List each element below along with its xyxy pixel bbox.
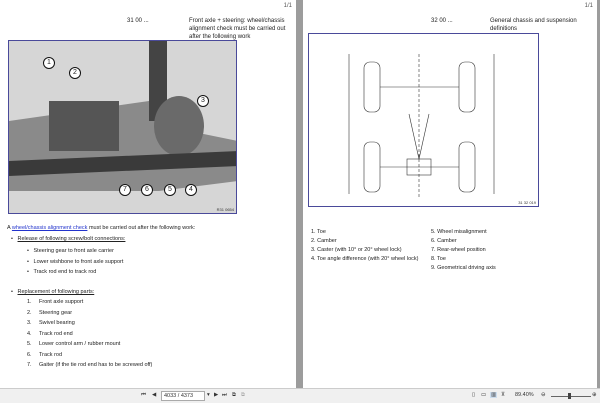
list-item: • Lower wishbone to front axle support (27, 258, 124, 265)
list-item-text: Steering gear (39, 309, 73, 316)
left-page: 1/1 31 00 ... Front axle + steering: whe… (0, 0, 296, 388)
figure-code: 31 32 019 (518, 200, 536, 205)
callout-7: 7 (119, 184, 131, 196)
list-item: 3. Swivel bearing (27, 318, 152, 329)
list-item-text: Track rod (39, 351, 63, 358)
callout-4: 4 (185, 184, 197, 196)
intro-suffix: must be carried out after the following … (87, 225, 196, 231)
callout-5: 5 (164, 184, 176, 196)
list-number: 3. (27, 320, 32, 326)
callout-1: 1 (43, 57, 55, 69)
list-item-text: Lower control arm / rubber mount (39, 341, 121, 347)
previous-page-icon[interactable]: ◀ (152, 392, 156, 398)
legend-item: 2. Camber (311, 238, 337, 244)
front-axle-illustration: 1 2 3 4 5 6 7 R31 0654 (8, 40, 237, 214)
right-page: 1/1 32 00 ... General chassis and suspen… (303, 0, 597, 388)
zoom-in-icon[interactable]: ⊕ (592, 392, 597, 398)
list-item: 2. Steering gear (27, 308, 152, 319)
callout-6: 6 (141, 184, 153, 196)
zoom-slider-handle[interactable] (568, 393, 571, 399)
release-heading: • Release of following screw/bolt connec… (11, 236, 126, 242)
list-number: 5. (27, 341, 32, 347)
section-number: 32 00 ... (431, 18, 453, 24)
list-item: • Track rod end to track rod (27, 269, 97, 275)
replace-heading: • Replacement of following parts: (11, 289, 95, 295)
two-page-view-icon[interactable]: ▥ (490, 392, 498, 398)
intro-text: A wheel/chassis alignment check must be … (7, 224, 292, 232)
replace-heading-text: Replacement of following parts: (17, 289, 95, 295)
release-heading-text: Release of following screw/bolt connecti… (17, 236, 126, 242)
section-number: 31 00 ... (127, 18, 149, 24)
figure-code: R31 0654 (216, 207, 234, 212)
list-item: • Steering gear to front axle carrier (27, 248, 114, 254)
legend-item: 8. Toe (431, 256, 446, 262)
list-item-text: Front axle support (39, 299, 84, 305)
legend-left: 1. Toe 2. Camber 3. Caster (with 10° or … (311, 228, 418, 264)
list-item: 1. Front axle support (27, 297, 152, 308)
list-number: 7. (27, 362, 32, 368)
page-marker: 1/1 (584, 3, 593, 9)
legend-item: 1. Toe (311, 229, 326, 235)
list-item-text: Track rod end (39, 330, 73, 337)
list-item: 7. Gaiter (if the tie rod end has to be s… (27, 360, 152, 371)
list-item-text: Swivel bearing (39, 320, 75, 326)
list-item-text: Track rod end to track rod (33, 269, 97, 275)
single-page-view-icon[interactable]: ▯ (472, 392, 475, 398)
legend-item: 6. Camber (431, 238, 457, 244)
next-page-icon[interactable]: ▶ (214, 392, 218, 398)
page-title: General chassis and suspension definitio… (490, 18, 577, 32)
callout-3: 3 (197, 95, 209, 107)
callout-2: 2 (69, 67, 81, 79)
bookmark-view-icon[interactable]: ▭ (481, 392, 486, 398)
last-page-icon[interactable]: ⏭ (222, 392, 227, 399)
list-item: 5. Lower control arm / rubber mount (27, 339, 152, 350)
legend-item: 7. Rear-wheel position (431, 247, 486, 253)
legend-item: 5. Wheel misalignment (431, 229, 487, 235)
fit-page-icon[interactable]: ⊼ (501, 392, 505, 398)
legend-right: 5. Wheel misalignment 6. Camber 7. Rear-… (431, 228, 496, 273)
zoom-slider[interactable] (551, 396, 591, 397)
list-item-text: Steering gear to front axle carrier (33, 248, 114, 254)
list-item-text: Gaiter (if the tie rod end has to be scr… (39, 362, 153, 368)
paste-icon[interactable]: ⧉ (241, 392, 245, 399)
replace-list: 1. Front axle support 2. Steering gear 3. Swi… (27, 297, 152, 371)
list-item: 4. Track rod end (27, 329, 152, 340)
legend-item: 3. Caster (with 10° or 20° wheel lock) (311, 247, 402, 253)
page-number-input[interactable]: 4033 / 4373 (161, 391, 205, 401)
list-number: 4. (27, 330, 32, 337)
page-title: Front axle + steering: wheel/chassis ali… (189, 18, 286, 40)
zoom-out-icon[interactable]: ⊖ (541, 392, 546, 398)
wheel-alignment-drawing (348, 54, 495, 199)
list-item-text: Lower wishbone to front axle support (33, 258, 124, 265)
legend-item: 4. Toe angle difference (with 20° wheel … (311, 256, 419, 262)
zoom-level[interactable]: 89.40% (515, 392, 534, 398)
copy-icon[interactable]: ⧉ (232, 392, 236, 399)
list-number: 2. (27, 309, 32, 316)
first-page-icon[interactable]: ⏮ (141, 392, 146, 399)
viewer-toolbar: ⏮ ◀ 4033 / 4373 ▾ ▶ ⏭ ⧉ ⧉ ▯ ▭ ▥ ⊼ 89.40%… (0, 388, 600, 403)
list-number: 1. (27, 299, 32, 305)
legend-item: 9. Geometrical driving axis (431, 265, 496, 271)
release-list: • Steering gear to front axle carrier • … (27, 246, 123, 278)
list-number: 6. (27, 351, 32, 358)
chassis-definitions-diagram: 31 32 019 (308, 33, 539, 207)
page-dropdown-icon[interactable]: ▾ (207, 392, 210, 398)
page-marker: 1/1 (283, 3, 292, 9)
alignment-check-link[interactable]: wheel/chassis alignment check (12, 225, 88, 231)
list-item: 6. Track rod (27, 350, 152, 361)
